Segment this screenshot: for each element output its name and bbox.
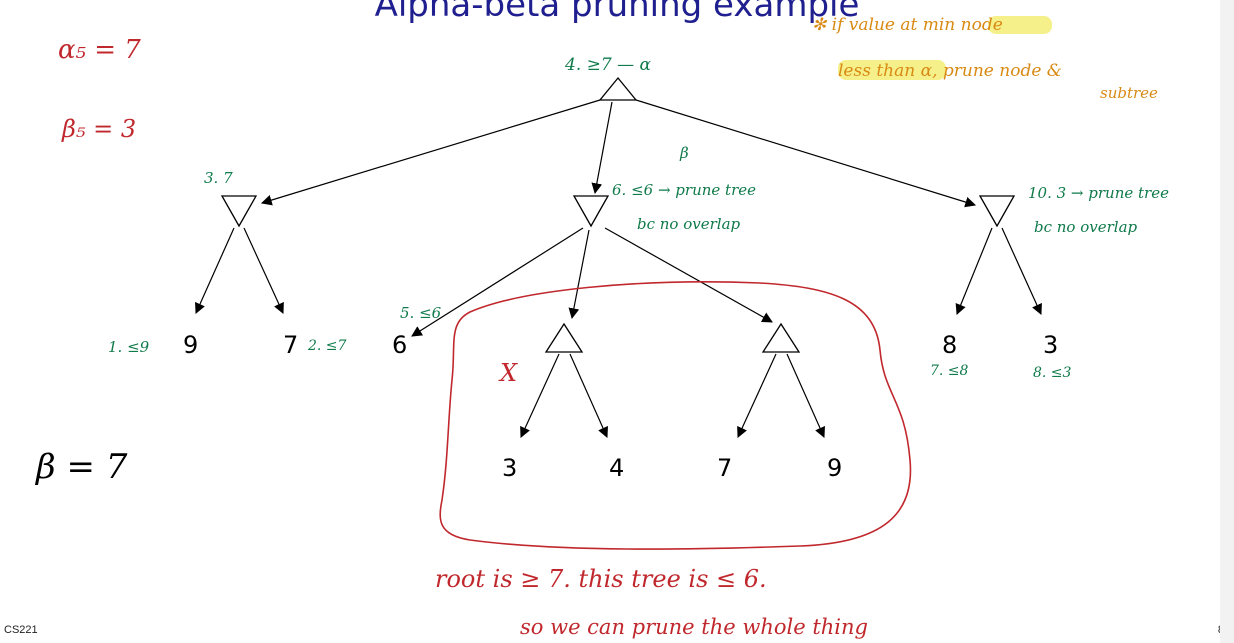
edge-max-a-leaf-4	[569, 353, 608, 438]
pruned-subtree-outline	[439, 281, 912, 550]
beta-equals-7: β = 7	[34, 447, 128, 487]
min-node-left	[220, 195, 258, 228]
prune-rule-note-line-3: subtree	[1100, 84, 1158, 102]
leaf-5-annotation: 5. ≤6	[400, 304, 442, 322]
edge-root-min-middle	[591, 101, 613, 195]
alpha-s-annotation: α₅ = 7	[58, 35, 141, 65]
edge-min-left-leaf-9	[195, 227, 235, 314]
leaf-1-annotation: 1. ≤9	[108, 338, 150, 356]
leaf-value: 7	[283, 331, 298, 359]
min-middle-annotation-2: bc no overlap	[637, 215, 741, 233]
edge-max-b-leaf-7	[737, 353, 777, 438]
edge-max-a-leaf-3	[520, 353, 560, 438]
max-node-b	[761, 322, 801, 353]
right-edge-bar	[1220, 0, 1234, 643]
edge-min-middle-max-a	[568, 229, 590, 320]
min-node-right	[978, 195, 1016, 228]
min-right-annotation-2: bc no overlap	[1034, 218, 1138, 236]
course-label: CS221	[4, 624, 38, 636]
min-left-annotation: 3. 7	[204, 169, 233, 187]
bottom-note-line-2: so we can prune the whole thing	[520, 615, 868, 639]
slide: Alpha-beta pruning example 9 7 6 3 4 7 9…	[0, 0, 1234, 643]
slide-title: Alpha-beta pruning example	[375, 0, 860, 25]
prune-rule-note-line-1: ✻ if value at min node	[812, 15, 1003, 35]
edge-min-middle-max-b	[604, 227, 773, 323]
max-node-a	[544, 322, 584, 353]
leaf-2-annotation: 2. ≤7	[307, 338, 347, 354]
pruned-cross-mark: X	[498, 359, 518, 387]
leaf-8-annotation: 8. ≤3	[1033, 365, 1072, 381]
edge-root-min-left	[260, 99, 601, 206]
min-middle-annotation: 6. ≤6 → prune tree	[612, 181, 756, 199]
leaf-value: 3	[1043, 331, 1058, 359]
edge-min-left-leaf-7	[243, 227, 284, 314]
edge-min-right-leaf-3	[1001, 227, 1042, 315]
leaf-value: 8	[942, 331, 957, 359]
bottom-note-line-1: root is ≥ 7. this tree is ≤ 6.	[435, 565, 767, 593]
beta-s-annotation: β₅ = 3	[61, 115, 136, 143]
leaf-value: 9	[827, 454, 842, 482]
leaf-value: 4	[609, 454, 624, 482]
leaf-7-annotation: 7. ≤8	[930, 363, 969, 379]
edge-max-b-leaf-9	[786, 353, 825, 438]
leaf-value: 3	[502, 454, 517, 482]
root-max-node	[598, 76, 638, 101]
prune-rule-note-line-2: less than α, prune node &	[838, 61, 1062, 81]
min-middle-beta-annotation: β	[679, 144, 689, 162]
leaf-value: 6	[392, 331, 407, 359]
leaf-value: 9	[183, 331, 198, 359]
root-annotation: 4. ≥7 — α	[564, 55, 651, 75]
leaf-value: 7	[717, 454, 732, 482]
min-node-middle	[572, 195, 610, 228]
alpha-beta-tree-diagram: Alpha-beta pruning example 9 7 6 3 4 7 9…	[4, 0, 1224, 639]
min-right-annotation: 10. 3 → prune tree	[1028, 184, 1169, 202]
edge-min-right-leaf-8	[955, 227, 993, 316]
